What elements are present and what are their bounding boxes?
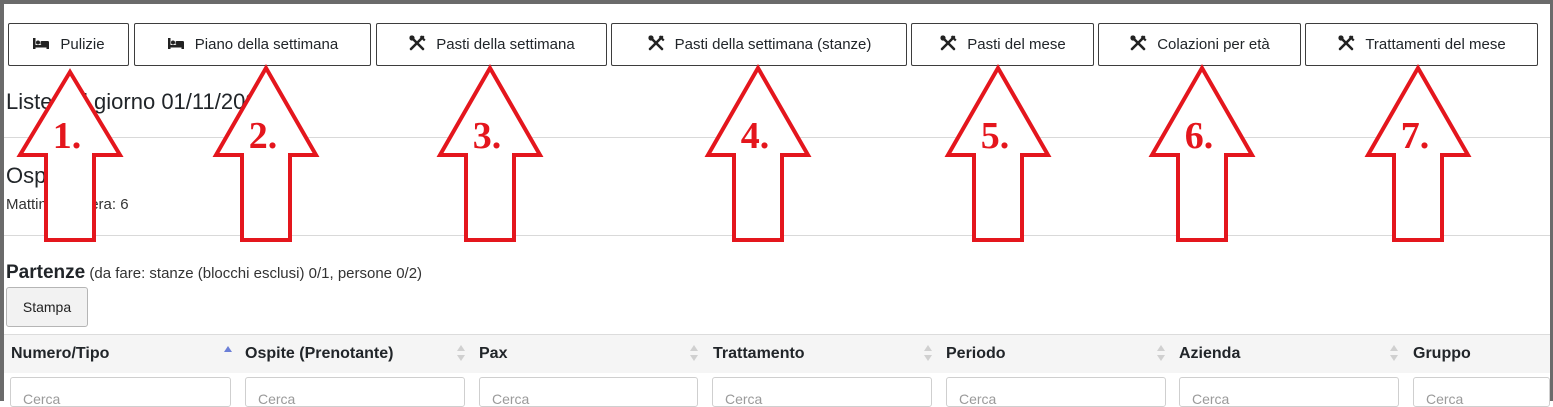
column-header-numero-tipo[interactable]: Numero/Tipo [11,335,109,373]
search-input-trattamento[interactable] [712,377,932,407]
colazioni-eta-label: Colazioni per età [1157,36,1270,53]
annotation-arrow-3 [436,63,544,242]
utensils-icon [647,34,665,55]
sort-icon[interactable] [924,344,932,362]
search-input-periodo[interactable] [946,377,1166,407]
search-input-numero-tipo[interactable] [10,377,231,407]
column-header-azienda[interactable]: Azienda [1179,335,1240,373]
partenze-detail: (da fare: stanze (blocchi esclusi) 0/1, … [89,265,423,282]
stampa-button[interactable]: Stampa [6,287,88,327]
column-header-pax[interactable]: Pax [479,335,507,373]
column-header-periodo[interactable]: Periodo [946,335,1006,373]
bed-icon [32,35,50,55]
divider [4,235,1550,236]
annotation-arrow-7 [1364,63,1472,242]
annotation-label-7: 7. [1401,115,1430,157]
sort-icon[interactable] [457,344,465,362]
utensils-icon [939,34,957,55]
partenze-heading: Partenze (da fare: stanze (blocchi esclu… [6,262,422,284]
guests-title: Ospiti [6,163,63,188]
search-input-ospite[interactable] [245,377,465,407]
sort-ascending-icon[interactable] [224,344,232,362]
search-input-gruppo[interactable] [1413,377,1550,407]
search-input-azienda[interactable] [1179,377,1399,407]
pasti-mese-label: Pasti del mese [967,36,1066,53]
utensils-icon [1337,34,1355,55]
annotation-label-1: 1. [53,115,82,157]
pasti-settimana-button[interactable]: Pasti della settimana [376,23,607,66]
utensils-icon [408,34,426,55]
annotation-label-3: 3. [473,115,502,157]
annotation-arrow-5 [944,63,1052,242]
piano-settimana-button[interactable]: Piano della settimana [134,23,371,66]
annotation-arrow-6 [1148,63,1256,242]
partenze-title: Partenze [6,262,86,283]
meal-count-text: Mattina: 6, Sera: 6 [6,196,129,213]
pasti-settimana-label: Pasti della settimana [436,36,575,53]
pulizie-label: Pulizie [60,36,105,53]
table-header: Numero/Tipo Ospite (Prenotante) Pax Trat… [4,334,1550,373]
page-title: Liste del giorno 01/11/2021 [6,89,270,114]
annotation-label-5: 5. [981,115,1010,157]
trattamenti-mese-button[interactable]: Trattamenti del mese [1305,23,1538,66]
pasti-mese-button[interactable]: Pasti del mese [911,23,1094,66]
column-header-ospite[interactable]: Ospite (Prenotante) [245,335,393,373]
pulizie-button[interactable]: Pulizie [8,23,129,66]
sort-icon[interactable] [690,344,698,362]
annotation-arrow-4 [704,63,812,242]
search-input-pax[interactable] [479,377,698,407]
utensils-icon [1129,34,1147,55]
divider [4,137,1550,138]
column-header-gruppo[interactable]: Gruppo [1413,335,1471,373]
colazioni-eta-button[interactable]: Colazioni per età [1098,23,1301,66]
annotation-label-6: 6. [1185,115,1214,157]
bed-icon [167,35,185,55]
annotation-label-4: 4. [741,115,770,157]
trattamenti-mese-label: Trattamenti del mese [1365,36,1506,53]
piano-settimana-label: Piano della settimana [194,36,339,53]
window-frame-top [0,0,1553,4]
column-header-trattamento[interactable]: Trattamento [713,335,805,373]
sort-icon[interactable] [1390,344,1398,362]
sort-icon[interactable] [1157,344,1165,362]
pasti-settimana-stanze-button[interactable]: Pasti della settimana (stanze) [611,23,907,66]
pasti-settimana-stanze-label: Pasti della settimana (stanze) [674,36,872,53]
annotation-label-2: 2. [249,115,278,157]
